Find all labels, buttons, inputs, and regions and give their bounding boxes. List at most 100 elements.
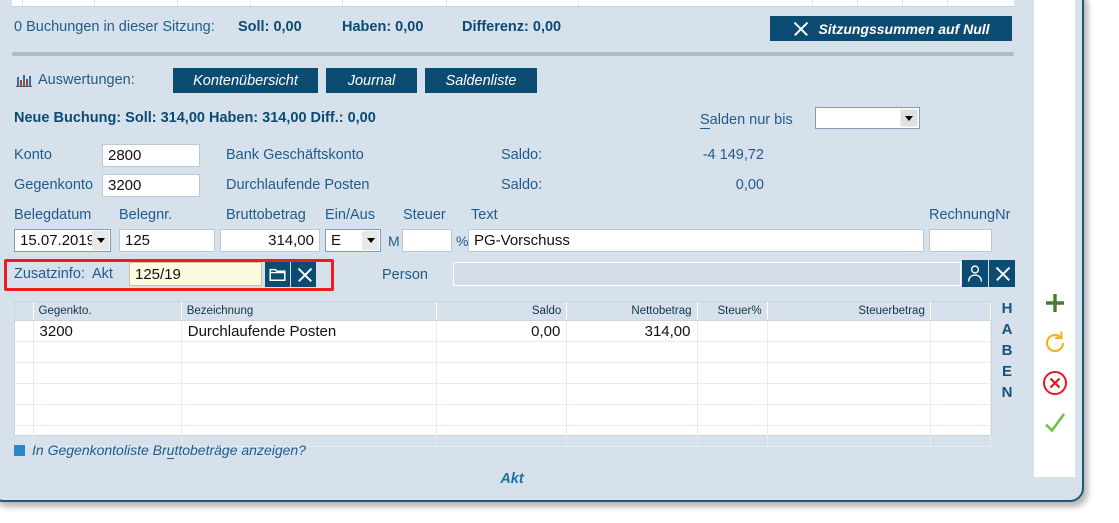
col-gutter bbox=[15, 302, 34, 321]
add-icon[interactable] bbox=[1034, 283, 1075, 323]
zusatzinfo-akt-input[interactable] bbox=[129, 262, 262, 286]
chevron-down-icon[interactable] bbox=[92, 231, 109, 250]
salden-filter-select[interactable] bbox=[815, 107, 920, 129]
col-saldo: Saldo bbox=[436, 302, 568, 321]
table-cell bbox=[15, 404, 34, 426]
table-row[interactable] bbox=[15, 362, 992, 384]
steuer-percent-sign: % bbox=[456, 233, 469, 249]
brutto-label-pre: In Gegenkontoliste Br bbox=[32, 442, 167, 458]
belegnr-input[interactable] bbox=[119, 229, 215, 252]
text-label: Text bbox=[471, 207, 498, 223]
col-steuerbetrag: Steuerbetrag bbox=[767, 302, 931, 321]
table-cell bbox=[436, 383, 568, 405]
table-cell bbox=[697, 341, 768, 363]
person-icon bbox=[967, 265, 983, 282]
close-x-icon bbox=[994, 266, 1010, 282]
brutto-checkbox[interactable] bbox=[14, 445, 25, 456]
steuer-prefix: M bbox=[388, 233, 400, 249]
table-cell bbox=[436, 362, 568, 384]
chevron-down-icon[interactable] bbox=[362, 231, 379, 250]
konto-saldo-label: Saldo: bbox=[501, 147, 543, 163]
refresh-icon[interactable] bbox=[1034, 323, 1075, 363]
reset-session-sums-button[interactable]: Sitzungssummen auf Null bbox=[770, 16, 1012, 41]
table-cell bbox=[930, 383, 992, 405]
table-cell bbox=[436, 425, 568, 447]
col-gegenkto: Gegenkto. bbox=[33, 302, 182, 321]
konto-saldo-value: -4 149,72 bbox=[702, 147, 764, 163]
belegnr-label: Belegnr. bbox=[119, 207, 173, 223]
rechnungnr-label: RechnungNr bbox=[929, 207, 1011, 223]
table-row[interactable] bbox=[15, 341, 992, 363]
saldenliste-button[interactable]: Saldenliste bbox=[425, 68, 537, 93]
belegdatum-datepicker[interactable]: 15.07.2019 bbox=[14, 229, 111, 252]
text-input[interactable] bbox=[468, 229, 924, 252]
table-cell bbox=[930, 425, 992, 447]
cancel-icon[interactable] bbox=[1034, 363, 1075, 403]
table-cell bbox=[566, 341, 698, 363]
table-cell bbox=[15, 320, 34, 342]
table-cell bbox=[697, 425, 768, 447]
table-body: 3200 Durchlaufende Posten 0,00 314,00 bbox=[15, 320, 992, 447]
table-cell bbox=[15, 383, 34, 405]
kontenuebersicht-button[interactable]: Kontenübersicht bbox=[173, 68, 318, 93]
session-summary-row: 0 Buchungen in dieser Sitzung: Soll: 0,0… bbox=[12, 16, 1014, 44]
table-cell bbox=[930, 341, 992, 363]
table-cell: 0,00 bbox=[436, 320, 568, 342]
table-cell bbox=[930, 404, 992, 426]
table-cell bbox=[566, 425, 698, 447]
belegdatum-label: Belegdatum bbox=[14, 207, 92, 223]
new-booking-summary: Neue Buchung: Soll: 314,00 Haben: 314,00… bbox=[14, 110, 376, 126]
journal-button[interactable]: Journal bbox=[326, 68, 417, 93]
table-cell bbox=[15, 341, 34, 363]
table-row[interactable] bbox=[15, 383, 992, 405]
table-cell bbox=[181, 341, 438, 363]
gegenkonto-grid[interactable]: Gegenkto. Bezeichnung Saldo Nettobetrag … bbox=[14, 301, 992, 447]
bruttobetrag-input[interactable] bbox=[220, 229, 320, 252]
steuer-input[interactable] bbox=[402, 229, 452, 252]
person-label: Person bbox=[382, 267, 428, 283]
table-cell bbox=[697, 362, 768, 384]
table-cell: 3200 bbox=[33, 320, 182, 342]
table-cell bbox=[436, 341, 568, 363]
close-x-icon bbox=[296, 267, 312, 283]
table-cell bbox=[767, 425, 931, 447]
zusatzinfo-clear-button[interactable] bbox=[291, 262, 316, 287]
reset-session-sums-label: Sitzungssummen auf Null bbox=[818, 20, 990, 37]
table-cell bbox=[566, 404, 698, 426]
gegenkonto-input[interactable] bbox=[102, 174, 200, 197]
table-cell bbox=[930, 320, 992, 342]
divider bbox=[12, 52, 1014, 56]
table-cell bbox=[930, 362, 992, 384]
table-header-row: Gegenkto. Bezeichnung Saldo Nettobetrag … bbox=[15, 302, 992, 321]
zusatzinfo-akt-label: Akt bbox=[92, 266, 113, 282]
person-lookup-button[interactable] bbox=[962, 260, 988, 287]
konto-label: Konto bbox=[14, 147, 52, 163]
zusatzinfo-folder-button[interactable] bbox=[265, 262, 290, 287]
table-cell bbox=[697, 404, 768, 426]
table-cell bbox=[697, 383, 768, 405]
confirm-icon[interactable] bbox=[1034, 403, 1075, 443]
salden-filter-label: Salden nur bis bbox=[700, 112, 793, 129]
gegenkonto-table: Gegenkto. Bezeichnung Saldo Nettobetrag … bbox=[15, 302, 992, 447]
table-cell: 314,00 bbox=[566, 320, 698, 342]
table-cell bbox=[15, 425, 34, 447]
table-cell bbox=[767, 320, 931, 342]
gegenkonto-description: Durchlaufende Posten bbox=[226, 177, 370, 193]
brutto-checkbox-label[interactable]: In Gegenkontoliste Bruttobeträge anzeige… bbox=[32, 442, 306, 459]
rechnungnr-input[interactable] bbox=[929, 229, 992, 252]
table-cell bbox=[181, 404, 438, 426]
session-differenz: Differenz: 0,00 bbox=[462, 19, 562, 35]
table-cell bbox=[181, 383, 438, 405]
table-row[interactable] bbox=[15, 404, 992, 426]
einaus-select[interactable]: E bbox=[325, 229, 381, 252]
person-clear-button[interactable] bbox=[989, 260, 1015, 287]
col-bezeichnung: Bezeichnung bbox=[181, 302, 438, 321]
table-row[interactable]: 3200 Durchlaufende Posten 0,00 314,00 bbox=[15, 320, 992, 342]
person-input[interactable] bbox=[453, 262, 961, 286]
table-cell bbox=[566, 362, 698, 384]
table-cell bbox=[15, 362, 34, 384]
konto-input[interactable] bbox=[102, 144, 200, 167]
haben-side-label: HABEN bbox=[1001, 300, 1013, 401]
belegdatum-value: 15.07.2019 bbox=[20, 232, 96, 249]
field-headers: Belegdatum Belegnr. Bruttobetrag Ein/Aus… bbox=[0, 207, 1032, 227]
